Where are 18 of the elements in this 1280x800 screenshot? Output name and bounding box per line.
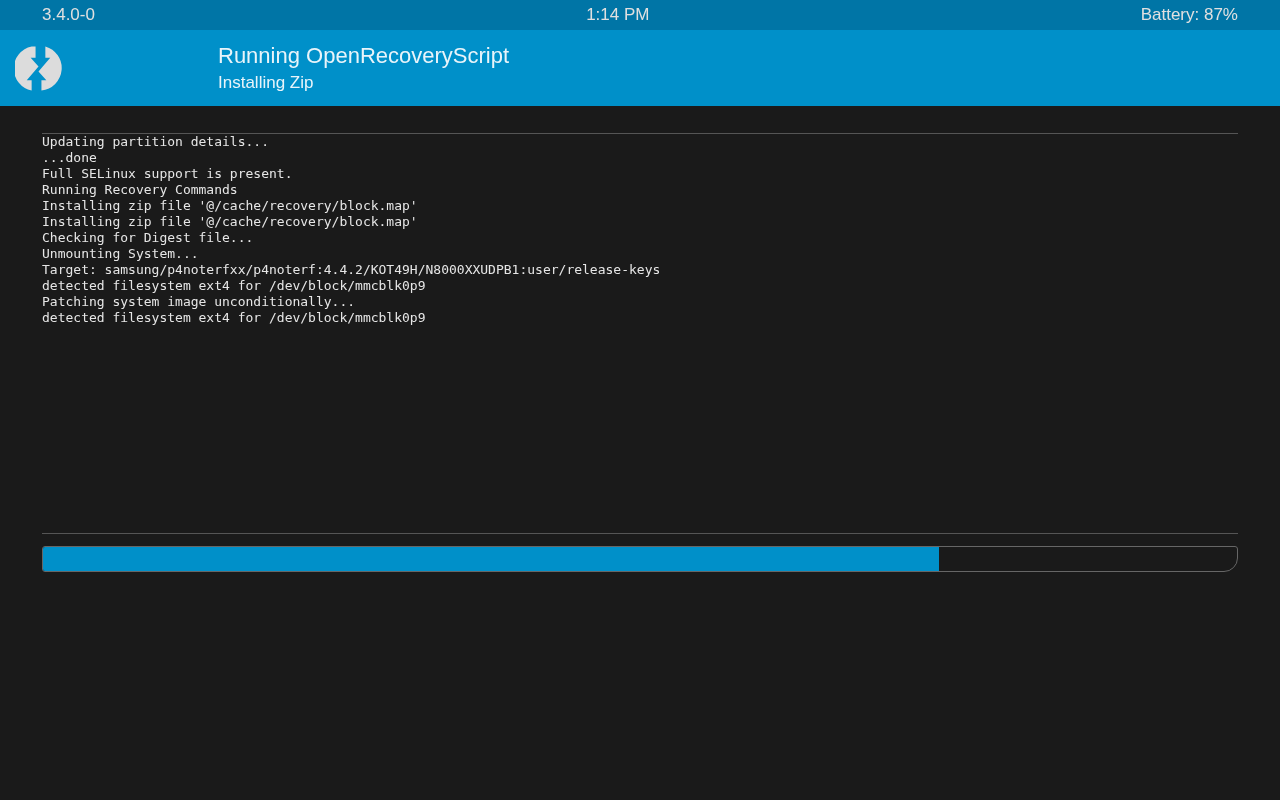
header-subtitle: Installing Zip: [218, 72, 315, 94]
console-line: Updating partition details...: [42, 134, 270, 150]
console-line: Installing zip file '@/cache/recovery/block.map': [42, 198, 419, 214]
console-line: Checking for Digest file...: [42, 230, 255, 246]
console-line: Full SELinux support is present.: [42, 166, 294, 182]
console-line: detected filesystem ext4 for /dev/block/mmcblk0p9: [42, 310, 427, 326]
console-line: Patching system image unconditionally...: [42, 294, 357, 310]
console-line: Running Recovery Commands: [42, 182, 239, 198]
console-line: Target: samsung/p4noterfxx/p4noterf:4.4.2/KOT49H/N8000XXUDPB1:user/release-keys: [42, 262, 662, 278]
version-label: 3.4.0-0: [42, 4, 95, 27]
battery-label: Battery: 87%: [1140, 4, 1238, 27]
console-line: detected filesystem ext4 for /dev/block/mmcblk0p9: [42, 278, 427, 294]
console-line: Unmounting System...: [42, 246, 200, 262]
console-line: ...done: [42, 150, 98, 166]
header-title: Running OpenRecoveryScript: [218, 42, 510, 70]
clock-label: 1:14 PM: [586, 4, 650, 27]
logo-icon: [15, 44, 62, 92]
console-line: Installing zip file '@/cache/recovery/block.map': [42, 214, 419, 230]
